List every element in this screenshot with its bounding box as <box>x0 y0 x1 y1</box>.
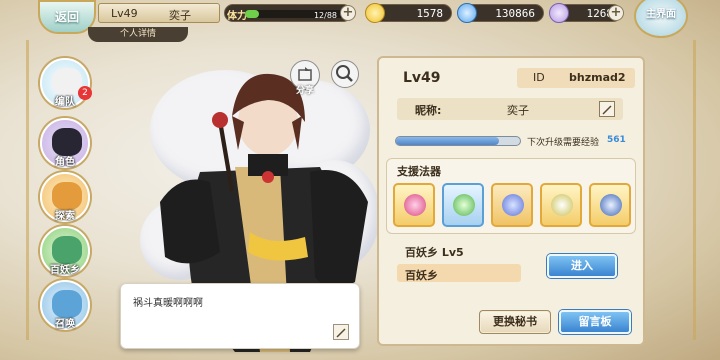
gold-counter: 1578 <box>365 3 452 23</box>
add-stamina-button[interactable]: + <box>340 5 356 21</box>
stamina-counter: 体力 12/88 <box>224 4 352 22</box>
change-secretary-button[interactable]: 更换秘书 <box>479 310 551 334</box>
stamina-value: 12/88 <box>313 11 337 20</box>
pink-gem-artifact-icon <box>404 194 426 216</box>
summon-icon <box>52 290 82 318</box>
blue-sword-artifact-icon <box>600 194 622 216</box>
nav-character[interactable]: 角色 <box>40 118 90 168</box>
zoom-button[interactable] <box>331 60 359 88</box>
experience-fill <box>396 137 499 145</box>
player-level-plate: Lv49 奕子 <box>98 3 220 23</box>
blue-whirl-artifact-icon <box>502 194 524 216</box>
gold-value: 1578 <box>416 7 444 20</box>
village-level: 百妖乡 Lv5 <box>405 246 464 259</box>
nickname-label: 昵称: <box>415 104 442 117</box>
top-bar: 返回 Lv49 奕子 个人详情 体力 12/88 + 1578 130866 1… <box>0 0 720 42</box>
artifact-slot-2[interactable] <box>442 183 484 227</box>
nav-village-label: 百妖乡 <box>50 265 80 276</box>
player-id-box: ID bhzmad2 <box>517 68 635 88</box>
player-level: Lv49 <box>111 7 138 20</box>
magnifier-icon <box>336 65 353 82</box>
nav-summon[interactable]: 召唤 <box>40 280 90 330</box>
character-dialogue-box: 祸斗真暖啊啊啊 <box>120 283 360 349</box>
experience-bar <box>395 136 521 146</box>
profile-panel: Lv49 ID bhzmad2 昵称: 奕子 下次升级需要经验 561 支援法器… <box>377 56 645 346</box>
nav-team-label: 编队 <box>55 97 75 108</box>
nav-explore[interactable]: 探索 <box>40 172 90 222</box>
personal-details-tab[interactable]: 个人详情 <box>88 27 188 42</box>
share-label: 分享 <box>295 86 314 96</box>
village-name-bar: 百妖乡 <box>397 264 521 282</box>
support-artifacts-section: 支援法器 <box>386 158 636 234</box>
profile-level: Lv49 <box>403 70 441 86</box>
nickname-row: 昵称: 奕子 <box>397 98 623 120</box>
edit-dialogue-button[interactable] <box>333 324 349 340</box>
nav-character-label: 角色 <box>55 157 75 168</box>
artifact-slot-1[interactable] <box>393 183 435 227</box>
nickname-value: 奕子 <box>507 104 529 117</box>
village-name: 百妖乡 <box>405 269 438 282</box>
stamina-label: 体力 <box>227 11 247 22</box>
pencil-icon <box>336 328 346 338</box>
golden-orb-artifact-icon <box>551 194 573 216</box>
green-vine-artifact-icon <box>453 194 475 216</box>
nav-village[interactable]: 百妖乡 <box>40 226 90 276</box>
support-artifacts-title: 支援法器 <box>397 165 441 178</box>
character-icon <box>52 128 82 156</box>
id-value: bhzmad2 <box>569 71 626 84</box>
pencil-icon <box>602 105 612 115</box>
dialogue-text: 祸斗真暖啊啊啊 <box>133 298 203 309</box>
experience-label: 下次升级需要经验 <box>527 138 600 148</box>
summon-ticket-icon <box>549 3 569 23</box>
explore-icon <box>52 182 82 210</box>
id-label: ID <box>533 71 545 84</box>
right-ornament-frame <box>690 40 696 340</box>
artifact-slot-3[interactable] <box>491 183 533 227</box>
gold-coin-icon <box>365 3 385 23</box>
gem-value: 130866 <box>495 7 535 20</box>
nav-explore-label: 探索 <box>55 211 75 222</box>
experience-value: 561 <box>607 135 626 145</box>
add-ticket-button[interactable]: + <box>608 5 624 21</box>
enter-village-button[interactable]: 进入 <box>547 254 617 278</box>
artifact-slot-5[interactable] <box>589 183 631 227</box>
nav-summon-label: 召唤 <box>55 319 75 330</box>
message-board-button[interactable]: 留言板 <box>559 310 631 334</box>
nav-team[interactable]: 2 编队 <box>40 58 92 108</box>
player-name: 奕子 <box>169 9 191 22</box>
stamina-fill <box>245 10 260 18</box>
edit-nickname-button[interactable] <box>599 101 615 117</box>
artifact-slot-4[interactable] <box>540 183 582 227</box>
village-icon <box>52 236 82 264</box>
gem-counter: 130866 <box>457 3 544 23</box>
blue-gem-icon <box>457 3 477 23</box>
